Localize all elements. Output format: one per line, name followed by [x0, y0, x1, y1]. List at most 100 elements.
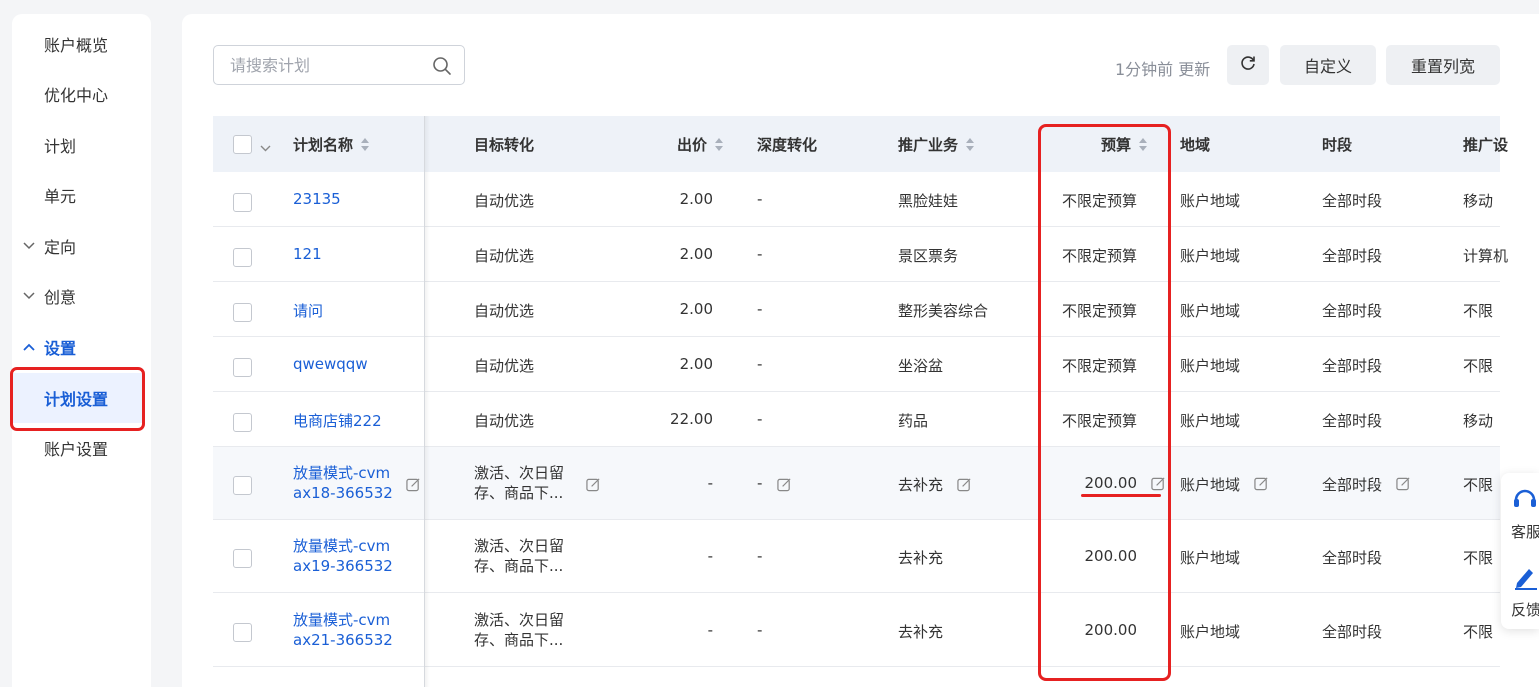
plan-name-link[interactable]: 23135 [293, 190, 341, 208]
sort-icon[interactable] [361, 137, 370, 152]
refresh-icon [1239, 54, 1257, 76]
target-cell: 自动优选 [474, 247, 535, 265]
chevron-down-icon[interactable] [260, 138, 271, 156]
sidebar-item-label: 定向 [44, 238, 77, 257]
table-row[interactable]: 放量模式-cvm ax18-366532 激活、次日留 存、商品下... - -… [213, 447, 1500, 520]
bid-cell: 22.00 [670, 410, 713, 428]
edit-icon[interactable] [398, 475, 421, 493]
business-cell: 药品 [898, 412, 929, 430]
device-cell: 不限 [1463, 357, 1494, 375]
plan-name-link[interactable]: 请问 [293, 300, 323, 321]
sidebar-item-label: 创意 [44, 288, 77, 307]
period-cell: 全部时段 [1322, 247, 1383, 265]
region-cell: 账户地域 [1180, 357, 1241, 375]
search-icon[interactable] [432, 56, 452, 76]
region-cell: 账户地域 [1180, 302, 1241, 320]
header-business[interactable]: 推广业务 [898, 134, 975, 155]
device-cell: 移动 [1463, 412, 1494, 430]
plan-name-link[interactable]: 电商店铺222 [293, 410, 382, 431]
row-checkbox[interactable] [233, 303, 252, 322]
sidebar-item-unit[interactable]: 单元 [12, 170, 151, 220]
region-cell: 账户地域 [1180, 623, 1241, 641]
deep-cell: - [757, 547, 763, 565]
period-cell: 全部时段 [1322, 192, 1383, 210]
row-checkbox[interactable] [233, 193, 252, 212]
business-cell: 坐浴盆 [898, 357, 944, 375]
update-status: 1分钟前 更新 [1115, 60, 1211, 79]
sidebar-item-label: 计划 [44, 137, 77, 156]
table-row[interactable]: 放量模式-cvm ax19-366532 激活、次日留 存、商品下... - -… [213, 520, 1500, 593]
sidebar-item-creative[interactable]: 创意 [12, 271, 151, 321]
row-checkbox[interactable] [233, 549, 252, 568]
table-row[interactable]: 请问 自动优选 2.00 - 整形美容综合 不限定预算 账户地域 全部时段 不限 [213, 282, 1500, 337]
bid-cell: - [707, 547, 713, 565]
edit-icon[interactable] [1246, 474, 1269, 492]
highlight-underline-budget [1081, 494, 1161, 497]
target-cell: 自动优选 [474, 192, 535, 210]
pen-icon [1511, 563, 1539, 591]
table-row[interactable]: 23135 自动优选 2.00 - 黑脸娃娃 不限定预算 账户地域 全部时段 移… [213, 172, 1500, 227]
period-cell: 全部时段 [1322, 476, 1383, 494]
sidebar-item-account-overview[interactable]: 账户概览 [12, 19, 151, 69]
device-cell: 计算机 [1463, 247, 1509, 265]
plan-name-link[interactable]: 放量模式-cvm ax19-366532 [293, 536, 393, 576]
table-row[interactable]: qwewqqw 自动优选 2.00 - 坐浴盆 不限定预算 账户地域 全部时段 … [213, 337, 1500, 392]
edit-icon[interactable] [769, 475, 792, 493]
deep-cell: - [757, 621, 763, 639]
header-target-conversion: 目标转化 [474, 136, 535, 154]
device-cell: 不限 [1463, 623, 1494, 641]
customize-button[interactable]: 自定义 [1280, 45, 1376, 85]
search-box[interactable] [213, 45, 465, 85]
row-checkbox[interactable] [233, 623, 252, 642]
row-checkbox[interactable] [233, 358, 252, 377]
sidebar-item-plan[interactable]: 计划 [12, 120, 151, 170]
highlight-box-plan-settings [10, 367, 145, 431]
sidebar-item-settings[interactable]: 设置 [12, 322, 151, 372]
period-cell: 全部时段 [1322, 412, 1383, 430]
select-all-checkbox[interactable] [233, 135, 252, 154]
row-checkbox[interactable] [233, 476, 252, 495]
sort-icon[interactable] [966, 137, 975, 152]
reset-column-width-button[interactable]: 重置列宽 [1386, 45, 1500, 85]
table-row[interactable]: 放量模式-cvm ax21-366532 激活、次日留 存、商品下... - -… [213, 593, 1500, 667]
header-bid[interactable]: 出价 [677, 134, 724, 155]
plan-name-link[interactable]: 放量模式-cvm ax21-366532 [293, 610, 393, 650]
header-device: 推广设 [1463, 136, 1509, 154]
refresh-button[interactable] [1227, 45, 1269, 85]
sidebar-item-optimization-center[interactable]: 优化中心 [12, 69, 151, 119]
business-cell: 去补充 [898, 549, 944, 567]
header-plan-name[interactable]: 计划名称 [293, 134, 370, 155]
row-checkbox[interactable] [233, 413, 252, 432]
plan-name-link[interactable]: qwewqqw [293, 355, 368, 373]
device-cell: 不限 [1463, 302, 1494, 320]
search-input[interactable] [230, 55, 420, 75]
target-cell: 激活、次日留 存、商品下... [474, 611, 565, 649]
target-cell: 自动优选 [474, 357, 535, 375]
period-cell: 全部时段 [1322, 549, 1383, 567]
chevron-down-icon [22, 239, 36, 253]
edit-icon[interactable] [1388, 474, 1411, 492]
edit-icon[interactable] [578, 475, 601, 493]
bid-cell: 2.00 [679, 245, 713, 263]
edit-icon[interactable] [949, 475, 972, 493]
fixed-column-shadow [424, 116, 430, 687]
device-cell: 移动 [1463, 192, 1494, 210]
plan-name-link[interactable]: 放量模式-cvm ax18-366532 [293, 463, 393, 503]
target-cell: 激活、次日留 存、商品下... [474, 464, 565, 502]
table-row[interactable]: 电商店铺222 自动优选 22.00 - 药品 不限定预算 账户地域 全部时段 … [213, 392, 1500, 447]
highlight-box-budget-column [1038, 124, 1171, 681]
header-deep-conversion: 深度转化 [757, 136, 818, 154]
header-period: 时段 [1322, 136, 1353, 154]
target-cell: 自动优选 [474, 302, 535, 320]
sidebar-item-targeting[interactable]: 定向 [12, 221, 151, 271]
plan-name-link[interactable]: 121 [293, 245, 322, 263]
device-cell: 不限 [1463, 476, 1494, 494]
row-checkbox[interactable] [233, 248, 252, 267]
target-cell: 激活、次日留 存、商品下... [474, 537, 565, 575]
sort-icon[interactable] [715, 137, 724, 152]
target-cell: 自动优选 [474, 412, 535, 430]
headset-icon [1511, 485, 1539, 513]
table-row[interactable]: 121 自动优选 2.00 - 景区票务 不限定预算 账户地域 全部时段 计算机 [213, 227, 1508, 282]
device-cell: 不限 [1463, 549, 1494, 567]
region-cell: 账户地域 [1180, 192, 1241, 210]
